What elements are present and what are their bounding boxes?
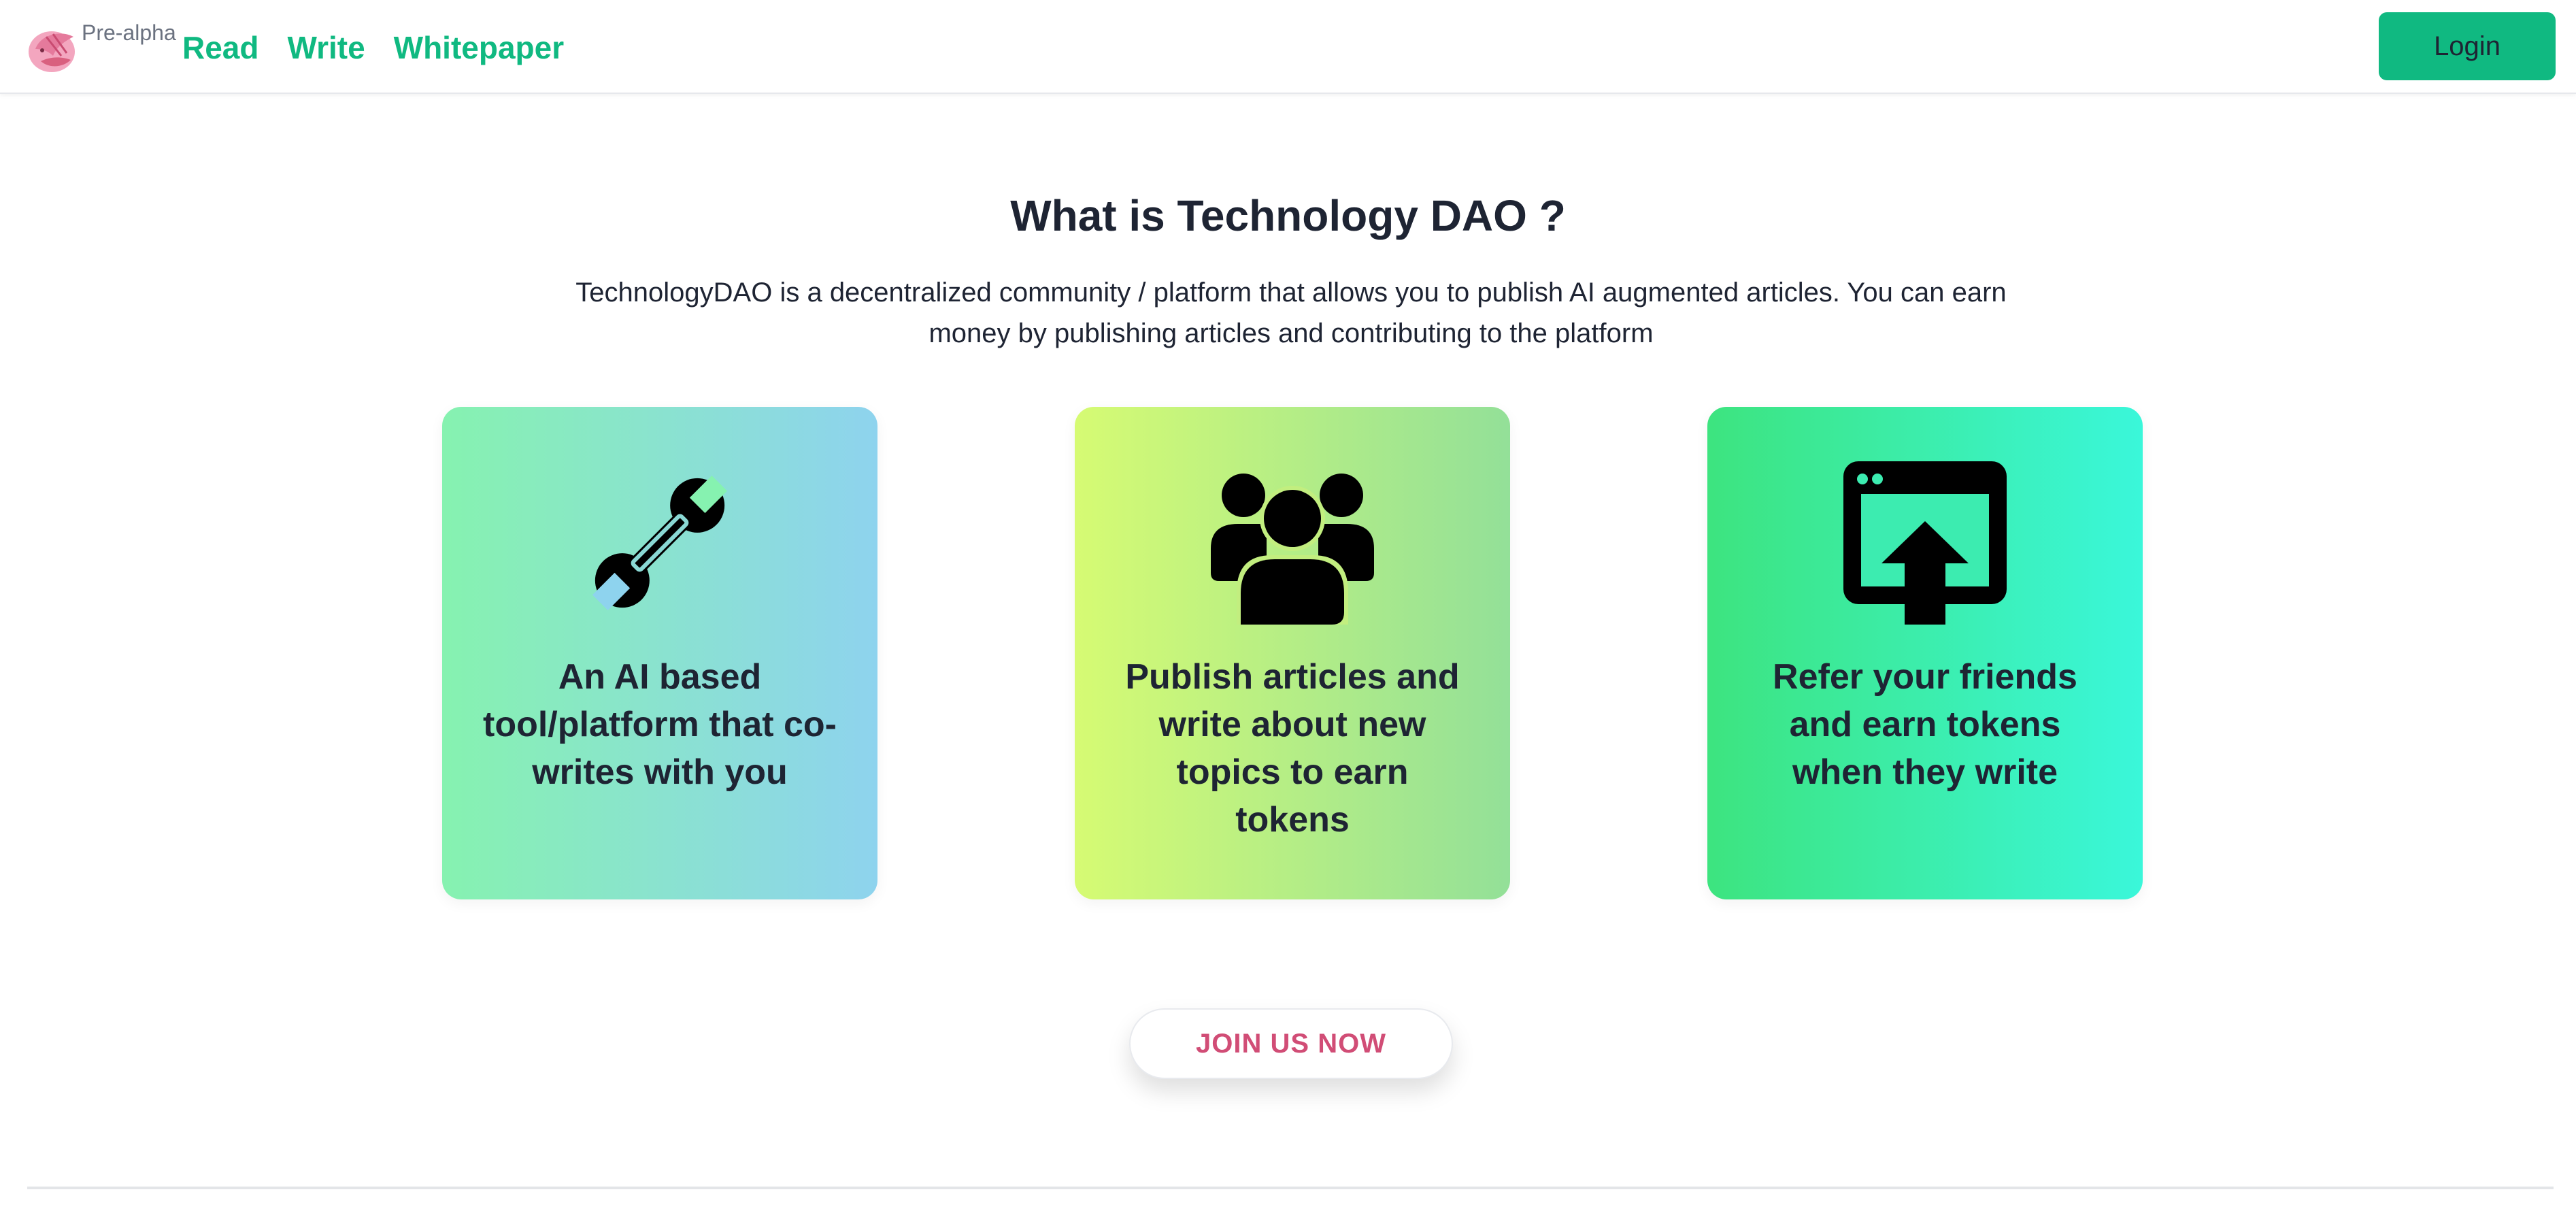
users-group-icon <box>1211 474 1374 625</box>
feature-text: Refer your friends and earn tokens when … <box>1773 657 2077 792</box>
pre-alpha-badge: Pre-alpha <box>82 20 176 45</box>
feature-card-publish: Publish articles and write about new top… <box>1075 407 1510 899</box>
feature-card-ai-cowriter: An AI based tool/platform that co-writes… <box>442 407 877 899</box>
main-nav: Read Write Whitepaper <box>182 26 564 69</box>
nav-write-link[interactable]: Write <box>287 26 365 69</box>
page-title: What is Technology DAO ? <box>1010 191 1566 240</box>
feature-card-refer: Refer your friends and earn tokens when … <box>1707 407 2143 899</box>
page: Pre-alpha Read Write Whitepaper Login Wh… <box>0 0 2576 1226</box>
feature-text: Publish articles and write about new top… <box>1125 657 1460 840</box>
feature-text: An AI based tool/platform that co-writes… <box>483 657 837 792</box>
login-button[interactable]: Login <box>2379 12 2556 80</box>
bird-logo-icon[interactable] <box>26 23 83 73</box>
nav-read-link[interactable]: Read <box>182 26 258 69</box>
footer-divider <box>27 1187 2554 1189</box>
nav-whitepaper-link[interactable]: Whitepaper <box>394 26 564 69</box>
intro-description: TechnologyDAO is a decentralized communi… <box>575 278 2007 348</box>
share-upload-icon <box>1843 461 2007 625</box>
wrench-icon <box>592 476 727 610</box>
join-us-button[interactable]: JOIN US NOW <box>1129 1008 1453 1079</box>
top-navbar: Pre-alpha Read Write Whitepaper Login <box>0 0 2576 94</box>
